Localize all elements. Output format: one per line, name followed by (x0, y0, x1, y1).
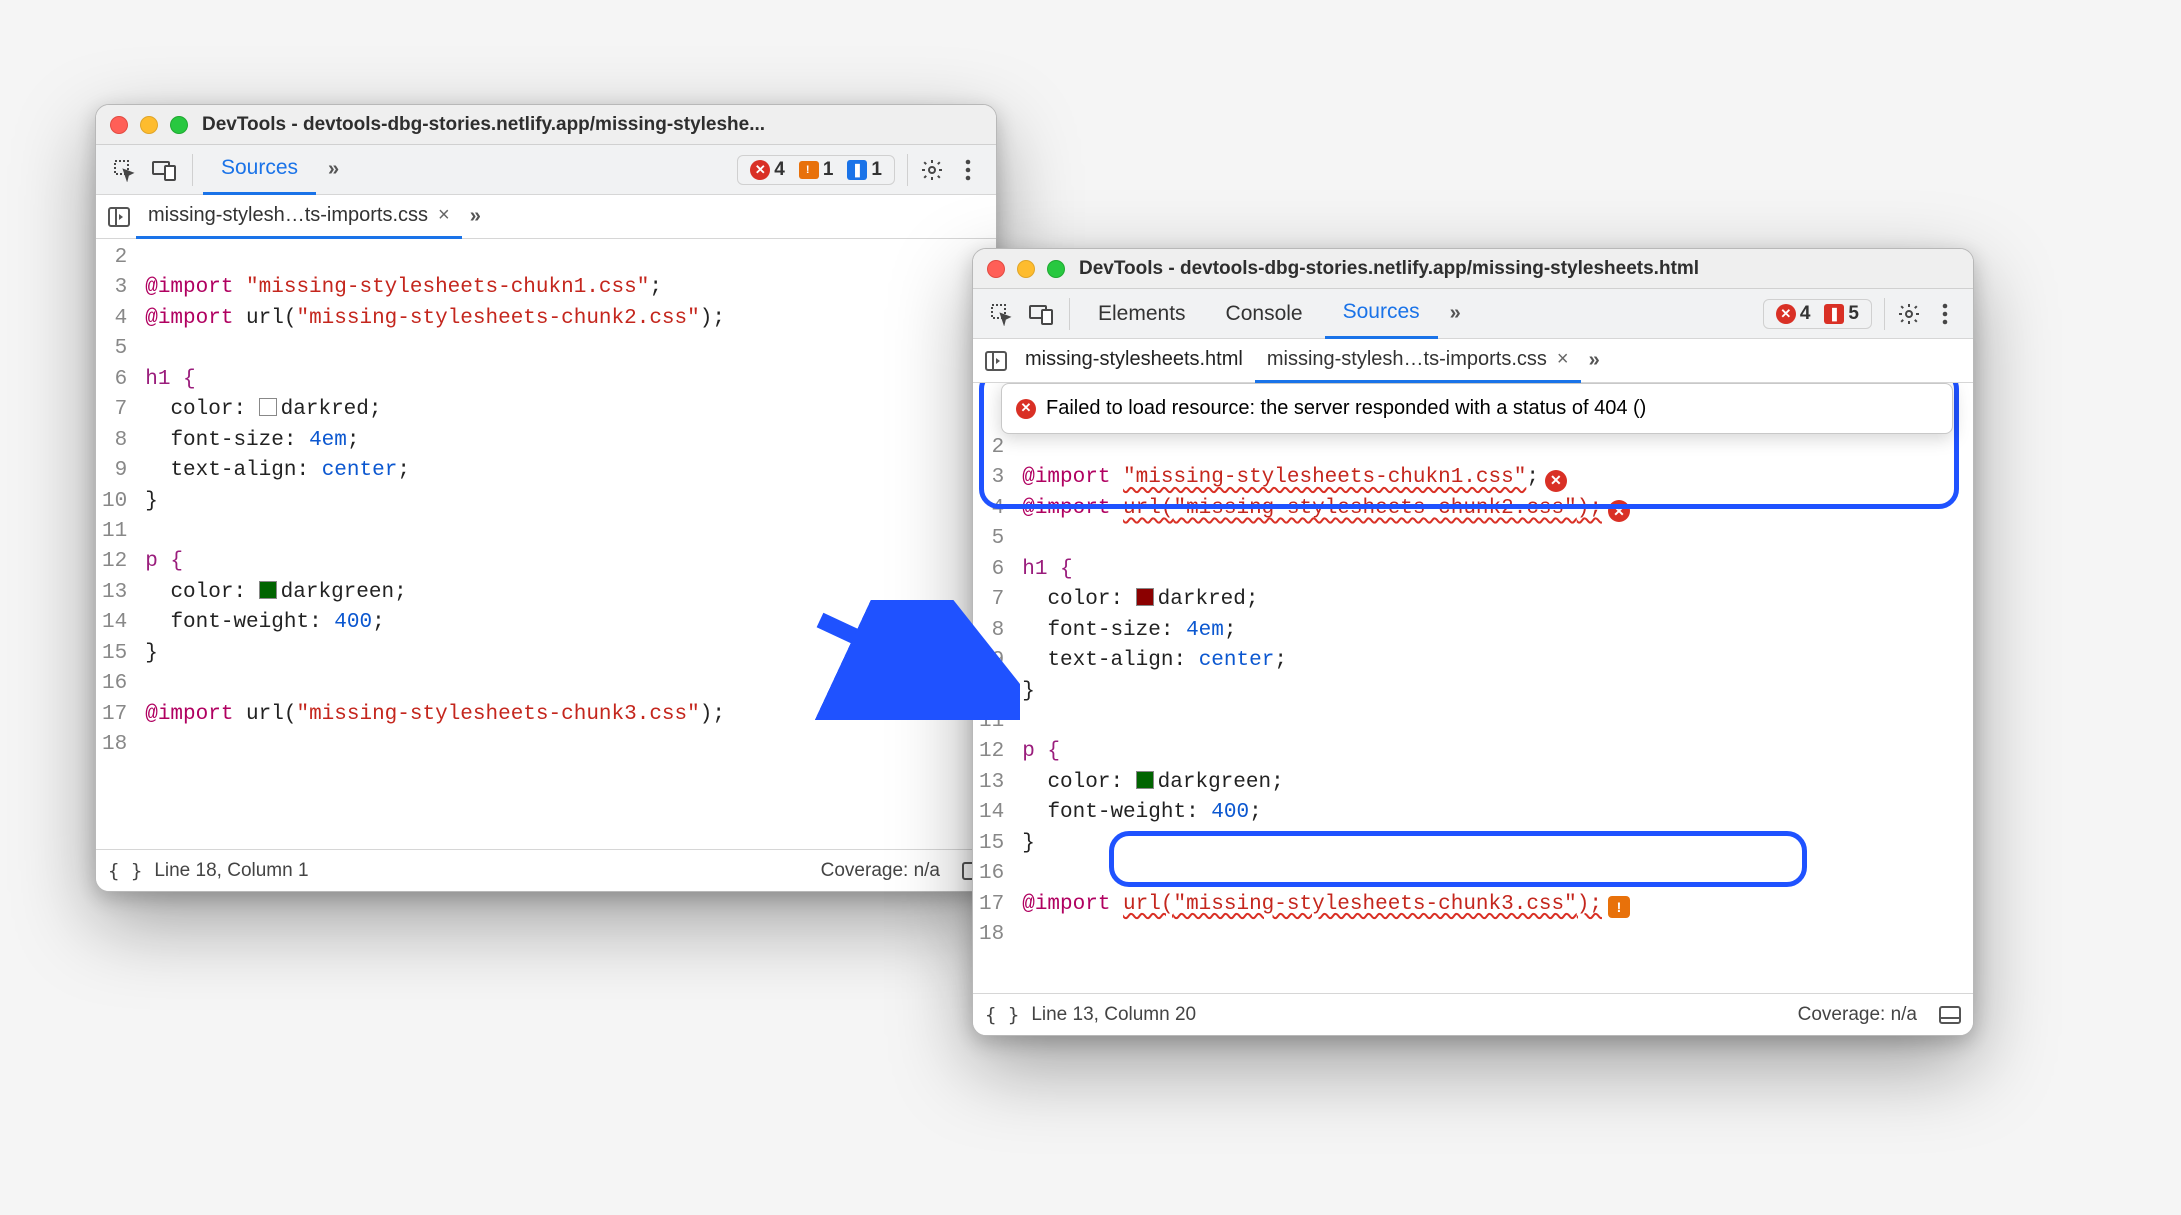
file-tabbar: missing-stylesh…ts-imports.css× » (96, 195, 996, 239)
kebab-menu-icon[interactable] (1927, 296, 1963, 332)
traffic-lights (110, 116, 188, 134)
inline-error-icon[interactable]: ✕ (1608, 500, 1630, 522)
close-window-icon[interactable] (987, 260, 1005, 278)
navigator-toggle-icon[interactable] (102, 200, 136, 234)
minimize-window-icon[interactable] (140, 116, 158, 134)
statusbar: { } Line 13, Column 20 Coverage: n/a (973, 993, 1973, 1035)
file-tab-css[interactable]: missing-stylesh…ts-imports.css× (136, 195, 462, 239)
close-tab-icon[interactable]: × (1557, 348, 1569, 371)
tab-sources[interactable]: Sources (203, 145, 316, 195)
inspect-icon[interactable] (983, 296, 1019, 332)
issue-icon: ❚ (1824, 304, 1844, 324)
tab-sources[interactable]: Sources (1325, 289, 1438, 339)
issue-badges[interactable]: ✕4 1 ❚1 (737, 155, 895, 185)
transition-arrow (800, 600, 1020, 720)
issue-badges[interactable]: ✕4 ❚5 (1763, 299, 1872, 329)
warning-icon (799, 161, 819, 179)
more-file-tabs-icon[interactable]: » (1581, 349, 1608, 372)
error-badge: ✕4 (744, 158, 791, 182)
code-content[interactable]: @import "missing-stylesheets-chukn1.css"… (137, 239, 996, 849)
minimize-window-icon[interactable] (1017, 260, 1035, 278)
devtools-window-after: DevTools - devtools-dbg-stories.netlify.… (972, 248, 1974, 1036)
more-tabs-icon[interactable]: » (320, 158, 347, 181)
kebab-menu-icon[interactable] (950, 152, 986, 188)
error-tooltip: ✕ Failed to load resource: the server re… (1001, 383, 1953, 434)
sidebar-toggle-icon[interactable] (1939, 1006, 1961, 1024)
warning-badge: 1 (793, 158, 840, 182)
more-tabs-icon[interactable]: » (1442, 302, 1469, 325)
error-icon: ✕ (1016, 399, 1036, 419)
tab-elements[interactable]: Elements (1080, 289, 1204, 339)
more-file-tabs-icon[interactable]: » (462, 205, 489, 228)
maximize-window-icon[interactable] (1047, 260, 1065, 278)
maximize-window-icon[interactable] (170, 116, 188, 134)
code-editor[interactable]: 23456789101112131415161718 @import "miss… (96, 239, 996, 849)
close-tab-icon[interactable]: × (438, 204, 450, 227)
file-tab-html[interactable]: missing-stylesheets.html (1013, 339, 1255, 383)
inline-warning-icon[interactable]: ! (1608, 896, 1630, 918)
file-tab-css[interactable]: missing-stylesh…ts-imports.css× (1255, 339, 1581, 383)
close-window-icon[interactable] (110, 116, 128, 134)
window-title: DevTools - devtools-dbg-stories.netlify.… (202, 114, 765, 136)
error-icon: ✕ (1776, 304, 1796, 324)
settings-icon[interactable] (914, 152, 950, 188)
error-icon: ✕ (750, 160, 770, 180)
pretty-print-icon[interactable]: { } (108, 860, 142, 882)
traffic-lights (987, 260, 1065, 278)
settings-icon[interactable] (1891, 296, 1927, 332)
cursor-position: Line 13, Column 20 (1031, 1004, 1196, 1026)
coverage-status: Coverage: n/a (1798, 1004, 1917, 1026)
titlebar[interactable]: DevTools - devtools-dbg-stories.netlify.… (973, 249, 1973, 289)
coverage-status: Coverage: n/a (821, 860, 940, 882)
window-title: DevTools - devtools-dbg-stories.netlify.… (1079, 258, 1699, 280)
tab-console[interactable]: Console (1208, 289, 1321, 339)
devtools-window-before: DevTools - devtools-dbg-stories.netlify.… (95, 104, 997, 892)
cursor-position: Line 18, Column 1 (154, 860, 308, 882)
file-tabbar: missing-stylesheets.html missing-stylesh… (973, 339, 1973, 383)
inspect-icon[interactable] (106, 152, 142, 188)
error-badge: ✕4 (1770, 302, 1817, 326)
pretty-print-icon[interactable]: { } (985, 1004, 1019, 1026)
issue-badge: ❚5 (1818, 302, 1865, 326)
navigator-toggle-icon[interactable] (979, 344, 1013, 378)
issue-icon: ❚ (847, 160, 867, 180)
line-gutter: 23456789101112131415161718 (96, 239, 137, 849)
titlebar[interactable]: DevTools - devtools-dbg-stories.netlify.… (96, 105, 996, 145)
main-toolbar: Elements Console Sources » ✕4 ❚5 (973, 289, 1973, 339)
code-editor[interactable]: ✕ Failed to load resource: the server re… (973, 383, 1973, 993)
inline-error-icon[interactable]: ✕ (1545, 470, 1567, 492)
code-content[interactable]: @import "missing-stylesheets-chukn1.css"… (1014, 383, 1973, 993)
main-toolbar: Sources » ✕4 1 ❚1 (96, 145, 996, 195)
issue-badge: ❚1 (841, 158, 888, 182)
device-toggle-icon[interactable] (146, 152, 182, 188)
device-toggle-icon[interactable] (1023, 296, 1059, 332)
statusbar: { } Line 18, Column 1 Coverage: n/a (96, 849, 996, 891)
